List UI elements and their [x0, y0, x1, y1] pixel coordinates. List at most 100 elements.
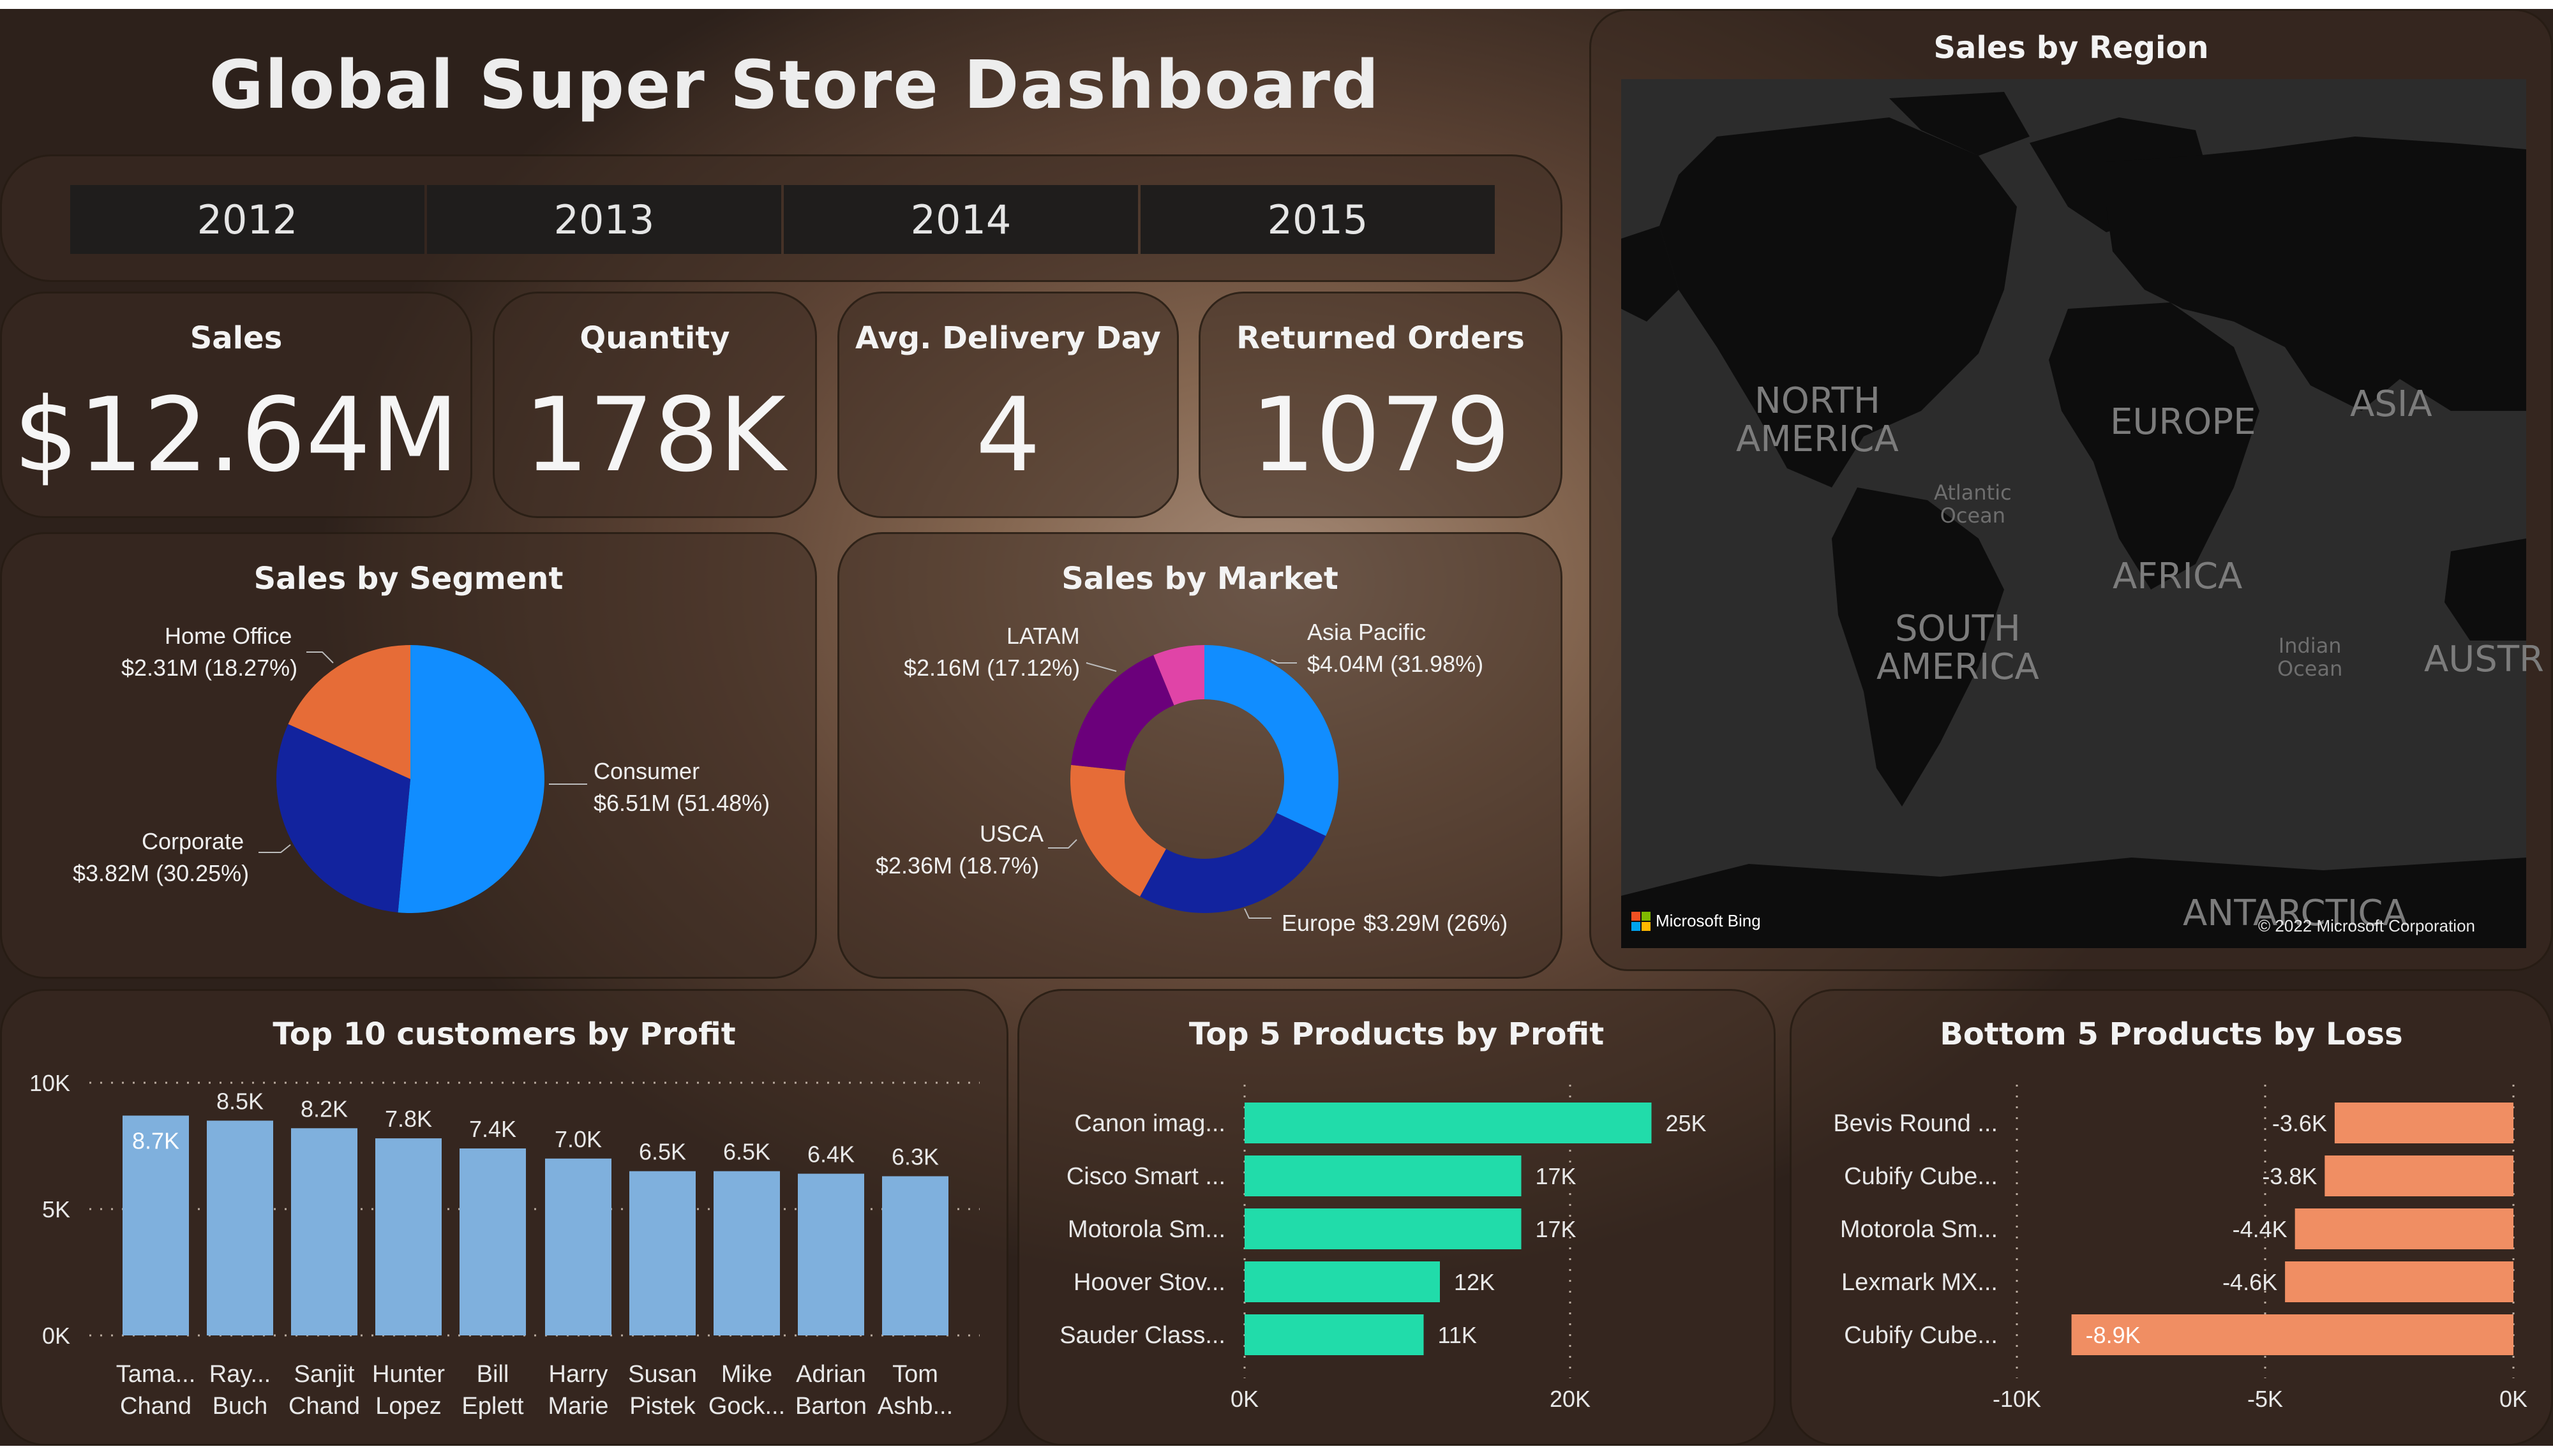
data-label: -8.9K [2086, 1322, 2141, 1348]
bar [291, 1128, 357, 1335]
pie-slice [398, 645, 544, 913]
data-label: 17K [1536, 1163, 1576, 1189]
segment-label-home-office-value: $2.31M (18.27%) [121, 655, 298, 681]
x-tick-label: 20K [1550, 1386, 1591, 1412]
data-label: 6.3K [892, 1144, 939, 1170]
bar [882, 1176, 948, 1335]
map-label-line: Indian [2278, 634, 2342, 658]
x-tick-label: Ashb... [878, 1393, 953, 1420]
kpi-card-returned-orders: Returned Orders 1079 [1199, 292, 1562, 518]
bar [1245, 1155, 1522, 1196]
year-button-2015[interactable]: 2015 [1141, 185, 1495, 254]
data-label: 8.7K [132, 1127, 179, 1154]
data-label: 6.4K [807, 1141, 855, 1168]
map-landmass [1621, 92, 2526, 948]
x-tick-label: Harry [549, 1361, 608, 1388]
y-tick-label: Motorola Sm... [1840, 1216, 1998, 1243]
year-button-2012[interactable]: 2012 [70, 185, 424, 254]
microsoft-logo-icon [1631, 911, 1651, 931]
y-tick-label: Motorola Sm... [1068, 1216, 1225, 1243]
bar [714, 1171, 780, 1335]
market-label-asia-pacific-name: Asia Pacific [1307, 619, 1426, 645]
bar [460, 1148, 526, 1335]
map-label-line: Ocean [1940, 503, 2006, 528]
data-label: 7.4K [469, 1116, 516, 1142]
segment-label-consumer-name: Consumer [594, 758, 700, 784]
x-tick-label: Sanjit [294, 1361, 354, 1388]
leader-line [1244, 908, 1271, 919]
x-tick-label: 0K [2499, 1386, 2527, 1412]
bar [545, 1158, 611, 1335]
year-button-2013[interactable]: 2013 [427, 185, 781, 254]
data-label: -3.8K [2262, 1163, 2317, 1189]
x-tick-label: Ray... [209, 1361, 271, 1388]
data-label: -3.6K [2272, 1110, 2327, 1136]
donut-slice [1071, 655, 1174, 771]
x-tick-label: Barton [795, 1393, 867, 1420]
data-label: 11K [1438, 1322, 1477, 1348]
map-label-australia: AUSTR [2424, 639, 2544, 680]
kpi-label: Quantity [580, 320, 730, 356]
y-tick-label: Bevis Round ... [1833, 1110, 1998, 1137]
bar [375, 1138, 442, 1335]
kpi-label: Returned Orders [1236, 320, 1525, 356]
data-label: -4.4K [2233, 1216, 2287, 1242]
map-label-indian: Indian Ocean [2277, 634, 2342, 680]
leader-line [1048, 839, 1077, 849]
x-tick-label: Chand [288, 1393, 360, 1420]
y-tick-label: 5K [42, 1196, 70, 1222]
y-tick-label: Hoover Stov... [1074, 1269, 1225, 1296]
map-label-line: AMERICA [1876, 646, 2039, 688]
x-tick-label: Pistek [629, 1393, 696, 1420]
market-label-latam-name: LATAM [1007, 623, 1080, 649]
segment-label-corporate-value: $3.82M (30.25%) [73, 860, 250, 886]
market-label-latam-value: $2.16M (17.12%) [904, 655, 1081, 681]
data-label: 17K [1536, 1216, 1576, 1242]
x-tick-label: Bill [477, 1361, 509, 1388]
map-label-south-america: SOUTH AMERICA [1876, 610, 2039, 687]
bar [2325, 1155, 2513, 1196]
kpi-value: 178K [523, 375, 786, 494]
market-label-europe-value: $3.29M (26%) [1363, 910, 1508, 936]
map-label-line: Atlantic [1934, 480, 2012, 505]
kpi-value: $12.64M [13, 375, 459, 494]
data-label: 7.8K [385, 1106, 432, 1132]
world-map[interactable]: NORTH AMERICA EUROPE ASIA Atlantic Ocean A… [1621, 79, 2544, 948]
data-label: 6.5K [723, 1139, 770, 1165]
data-label: 25K [1666, 1110, 1707, 1136]
map-label-line: NORTH [1754, 380, 1880, 422]
segment-label-home-office-name: Home Office [165, 623, 292, 649]
x-tick-label: Chand [120, 1393, 191, 1420]
bar [2285, 1261, 2513, 1302]
bar [2334, 1103, 2513, 1143]
bottom-products-bar-chart: -10K -5K 0K Bevis Round ... -3.6K Cubify Cube… [1833, 1085, 2527, 1412]
year-button-2014[interactable]: 2014 [784, 185, 1138, 254]
x-tick-label: Susan [628, 1361, 697, 1388]
map-label-line: Ocean [2277, 657, 2343, 681]
x-tick-label: Hunter [372, 1361, 445, 1388]
top-products-bar-chart: 0K 20K Canon imag... 25K Cisco Smart ... 17K M… [1059, 1085, 1707, 1412]
leader-line [258, 844, 291, 853]
map-label-europe: EUROPE [2110, 401, 2256, 443]
map-label-atlantic: Atlantic Ocean [1934, 481, 2012, 527]
map-label-north-america: NORTH AMERICA [1736, 382, 1899, 459]
x-tick-label: Lopez [375, 1393, 442, 1420]
x-tick-label: Tama... [116, 1361, 196, 1388]
page-title: Global Super Store Dashboard [209, 46, 1381, 124]
bar [629, 1171, 696, 1335]
kpi-card-avg-delivery: Avg. Delivery Day 4 [837, 292, 1179, 518]
leader-line [1086, 662, 1117, 672]
data-label: 8.5K [216, 1088, 264, 1114]
market-label-usca-name: USCA [980, 821, 1044, 847]
bar [1245, 1314, 1424, 1355]
bar [798, 1173, 864, 1335]
bing-attribution: Microsoft Bing [1631, 911, 1761, 931]
bar [207, 1120, 273, 1335]
market-label-asia-pacific-value: $4.04M (31.98%) [1307, 651, 1484, 677]
bar [2295, 1208, 2513, 1249]
donut-slice [1140, 813, 1326, 913]
data-label: 6.5K [639, 1139, 686, 1165]
leader-line [306, 651, 334, 664]
data-label: 12K [1454, 1269, 1495, 1295]
y-tick-label: Cubify Cube... [1844, 1163, 1998, 1190]
